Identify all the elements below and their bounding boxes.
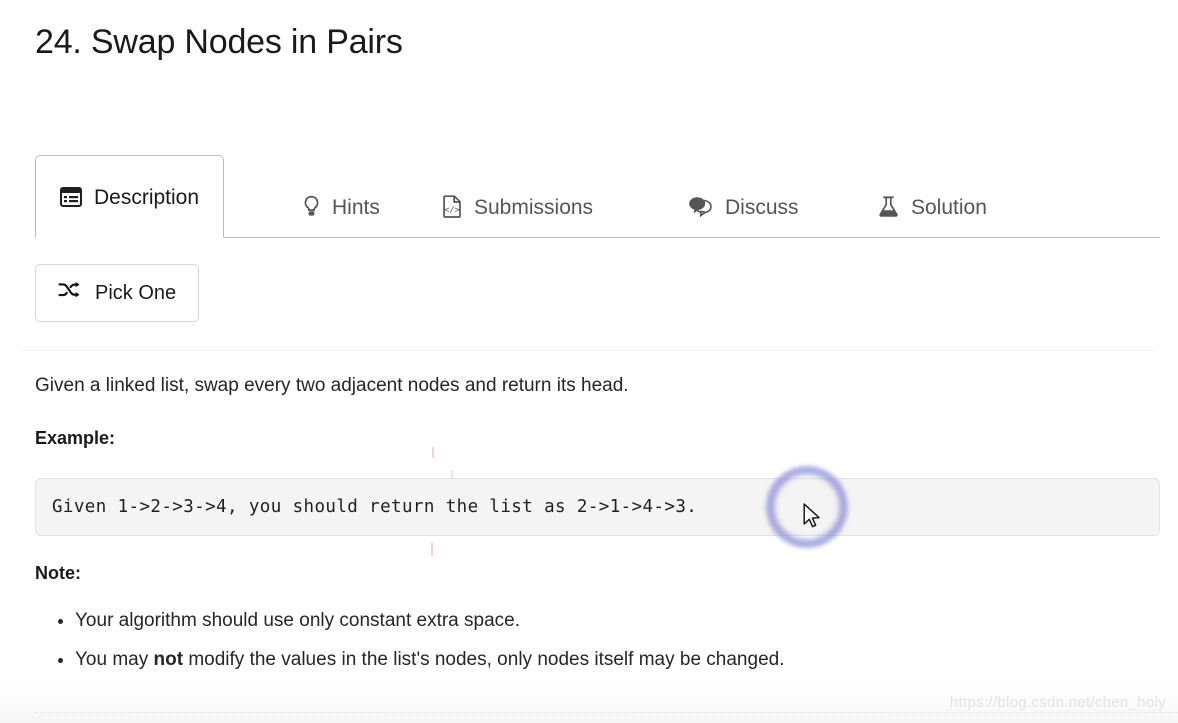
page-title: 24. Swap Nodes in Pairs <box>35 23 403 61</box>
lightbulb-icon <box>303 195 320 217</box>
note-text-prefix: You may <box>75 648 154 670</box>
tab-description[interactable]: Description <box>35 155 225 238</box>
note-text-emphasis: not <box>153 648 184 670</box>
article-icon <box>60 186 82 207</box>
note-text-suffix: modify the values in the list's nodes, o… <box>183 648 785 670</box>
tab-label: Description <box>94 186 200 209</box>
svg-text:</>: </> <box>444 205 460 215</box>
note-text: Your algorithm should use only constant … <box>75 610 521 631</box>
tab-label: Submissions <box>474 195 594 219</box>
content-divider <box>22 350 1154 351</box>
list-item: You may not modify the values in the lis… <box>75 647 784 673</box>
problem-statement: Given a linked list, swap every two adja… <box>35 375 629 396</box>
note-heading: Note: <box>35 563 81 583</box>
tab-solution[interactable]: Solution <box>860 175 1005 237</box>
list-item: Your algorithm should use only constant … <box>75 608 784 634</box>
tab-bar: Description Hints </> Submissions Discus… <box>0 155 1178 238</box>
pick-one-button[interactable]: Pick One <box>35 264 200 322</box>
tab-label: Hints <box>332 195 380 219</box>
tab-hints[interactable]: Hints <box>285 175 398 237</box>
example-heading: Example: <box>35 428 116 448</box>
tab-label: Discuss <box>725 195 799 219</box>
shuffle-icon <box>58 281 81 305</box>
render-artifact-tick <box>431 543 433 556</box>
tab-submissions[interactable]: </> Submissions <box>425 175 611 237</box>
note-list: Your algorithm should use only constant … <box>35 608 784 685</box>
flask-icon <box>878 195 899 218</box>
bottom-dotted-rule <box>36 712 1178 713</box>
watermark: https://blog.csdn.net/chen_holy <box>949 694 1166 711</box>
chat-bubbles-icon <box>688 196 713 217</box>
tab-label: Solution <box>911 195 987 219</box>
code-example-text: Given 1->2->3->4, you should return the … <box>52 497 698 517</box>
render-artifact-tick <box>451 470 453 479</box>
render-artifact-tick <box>432 447 434 458</box>
code-example-block: Given 1->2->3->4, you should return the … <box>35 478 1160 536</box>
code-file-icon: </> <box>443 194 462 218</box>
pick-one-label: Pick One <box>95 281 177 304</box>
tab-discuss[interactable]: Discuss <box>670 175 817 237</box>
